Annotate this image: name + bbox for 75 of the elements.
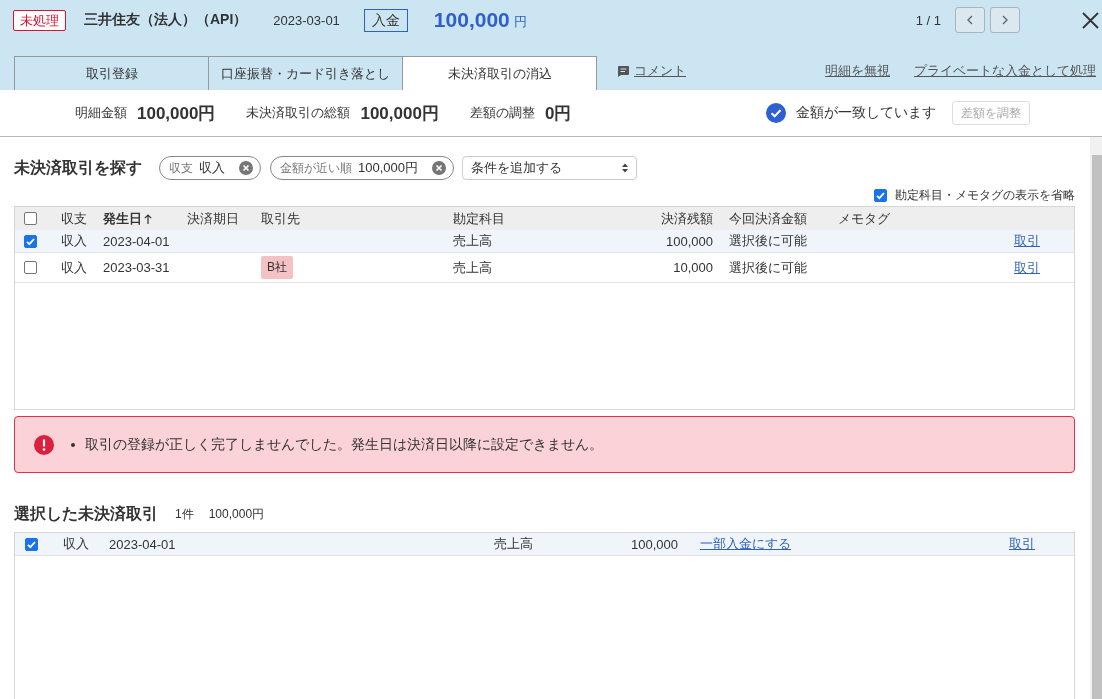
filter-label: 収支 <box>169 159 193 177</box>
amount-text: 100,000 <box>433 8 510 32</box>
table-cell-text: 選択後に可能 <box>728 232 808 250</box>
filter-label: 金額が近い順 <box>280 159 352 177</box>
close-icon[interactable] <box>1082 11 1099 29</box>
comment-icon <box>618 65 629 77</box>
select-arrows-icon <box>622 163 628 173</box>
checkbox[interactable] <box>25 537 38 551</box>
table-cell-text: 収入 <box>61 232 88 250</box>
filter-value: 100,000円 <box>358 159 418 177</box>
tab[interactable]: 未決済取引の消込 <box>402 56 597 90</box>
checkbox[interactable] <box>24 261 37 274</box>
arrow-up-icon <box>144 213 152 224</box>
table-cell-text: 選択後に可能 <box>728 258 808 277</box>
tab[interactable]: 取引登録 <box>14 56 209 90</box>
summary-value: 100,000円 <box>360 102 439 125</box>
action-link[interactable]: プライベートな入金として処理 <box>914 62 1096 80</box>
pager-text: 1 / 1 <box>915 12 941 28</box>
error-message: 取引の登録が正しく完了しませんでした。発生日は決済日以降に設定できません。 <box>85 435 603 454</box>
condition-select[interactable]: 条件を追加する <box>462 156 637 180</box>
transaction-link[interactable]: 取引 <box>1014 232 1040 250</box>
table-cell-text: 2023-03-31 <box>103 260 171 275</box>
direction-badge: 入金 <box>363 8 408 32</box>
summary-label: 明細金額 <box>75 104 127 122</box>
account-name: 三井住友（法人）（API） <box>84 11 248 29</box>
checkbox[interactable] <box>874 188 887 202</box>
table-cell-text: 10,000 <box>672 260 714 275</box>
table-cell-text: 売上高 <box>453 232 493 250</box>
table-cell-text: 100,000 <box>665 233 714 249</box>
partial-payment-link[interactable]: 一部入金にする <box>700 535 791 553</box>
summary-label: 差額の調整 <box>469 104 535 122</box>
column-header[interactable]: 取引先 <box>261 209 453 228</box>
chevron-left-icon <box>967 15 973 25</box>
section-title: 未決済取引を探す <box>14 157 142 178</box>
comment-link[interactable]: コメント <box>634 62 686 80</box>
summary-label: 未決済取引の総額 <box>246 104 351 122</box>
table-cell-text: 収入 <box>61 258 88 277</box>
summary-value: 100,000円 <box>137 102 216 125</box>
checkbox[interactable] <box>24 212 37 225</box>
error-icon <box>34 434 54 455</box>
scrollbar[interactable] <box>1090 137 1102 699</box>
match-status-text: 金額が一致しています <box>796 104 936 122</box>
clear-icon[interactable] <box>239 161 253 175</box>
date-text: 2023-03-01 <box>273 12 340 28</box>
filter-value: 収入 <box>199 159 225 177</box>
table-cell-text: 2023-04-01 <box>109 536 177 552</box>
clear-icon[interactable] <box>432 161 446 175</box>
selected-total: 100,000円 <box>208 505 265 523</box>
checkbox[interactable] <box>24 234 37 248</box>
column-header[interactable]: 発生日 <box>103 209 187 228</box>
transaction-link[interactable]: 取引 <box>1009 535 1035 553</box>
bullet-icon <box>71 442 75 447</box>
currency-text: 円 <box>513 12 527 31</box>
status-badge: 未処理 <box>13 9 66 31</box>
table-cell-text: 売上高 <box>453 258 493 277</box>
section-title: 選択した未決済取引 <box>14 503 158 524</box>
column-header[interactable]: メモタグ <box>838 209 1014 228</box>
summary-value: 0円 <box>544 102 572 125</box>
column-header[interactable]: 収支 <box>61 209 103 228</box>
checkbox-label: 勘定科目・メモタグの表示を省略 <box>895 186 1075 204</box>
transaction-link[interactable]: 取引 <box>1014 258 1040 277</box>
filter-chip[interactable]: 収支 収入 <box>159 156 261 180</box>
action-link[interactable]: 明細を無視 <box>825 62 890 80</box>
column-header[interactable]: 決済期日 <box>187 209 261 228</box>
column-header[interactable]: 勘定科目 <box>453 209 605 228</box>
column-header[interactable]: 決済残額 <box>605 209 721 228</box>
table-cell-text: 売上高 <box>494 535 534 553</box>
chevron-right-icon <box>1002 15 1008 25</box>
filter-chip[interactable]: 金額が近い順 100,000円 <box>270 156 454 180</box>
table-cell-text: 100,000 <box>630 536 679 552</box>
partner-tag: B社 <box>261 256 293 279</box>
table-cell-text: 収入 <box>63 535 90 553</box>
column-header[interactable]: 今回決済金額 <box>721 209 838 228</box>
selected-count: 1件 <box>175 505 194 523</box>
table-cell-text: 2023-04-01 <box>103 233 171 249</box>
